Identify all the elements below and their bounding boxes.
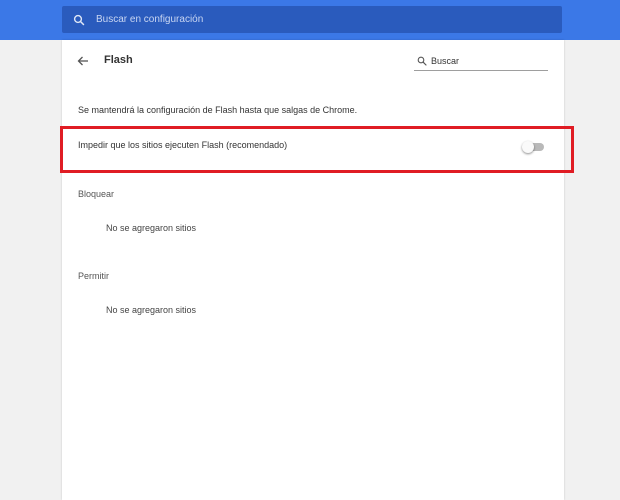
back-arrow-icon[interactable] bbox=[76, 54, 90, 68]
settings-search-box[interactable] bbox=[62, 6, 562, 33]
top-bar bbox=[0, 0, 620, 40]
page-header: Flash bbox=[62, 40, 564, 82]
session-info-text: Se mantendrá la configuración de Flash h… bbox=[78, 105, 358, 115]
flash-settings-card: Flash Se mantendrá la configuración de F… bbox=[62, 40, 564, 500]
block-section-title: Bloquear bbox=[78, 189, 115, 199]
block-empty-text: No se agregaron sitios bbox=[106, 223, 197, 233]
settings-search-input[interactable] bbox=[96, 14, 562, 25]
highlight-box bbox=[60, 126, 574, 173]
search-icon bbox=[416, 55, 427, 67]
search-icon bbox=[72, 13, 86, 27]
page-title: Flash bbox=[104, 54, 133, 66]
page-search-input[interactable] bbox=[431, 56, 548, 66]
allow-section-title: Permitir bbox=[78, 271, 109, 281]
allow-empty-text: No se agregaron sitios bbox=[106, 305, 197, 315]
page-search-box[interactable] bbox=[414, 52, 548, 71]
